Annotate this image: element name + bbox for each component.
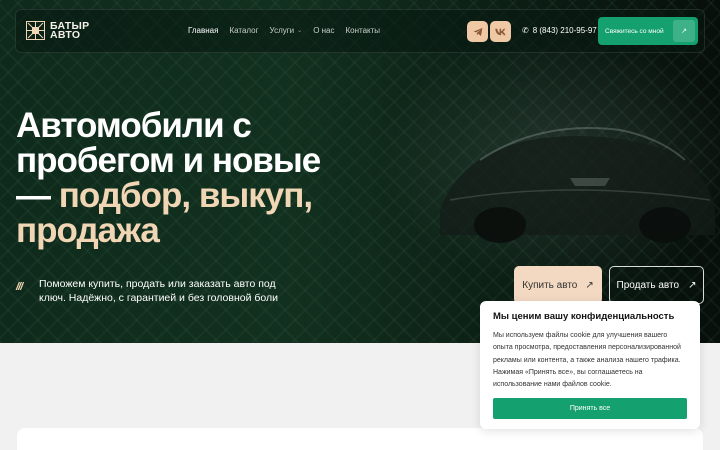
telegram-button[interactable] — [467, 21, 488, 42]
buy-button-label: Купить авто — [522, 279, 578, 291]
chevron-down-icon: ⌄ — [297, 28, 303, 34]
arrow-up-right-icon: ↗ — [673, 20, 695, 42]
phone-number: 8 (843) 210-95-97 — [532, 26, 597, 35]
nav-item-services[interactable]: Услуги ⌄ — [270, 26, 303, 35]
nav-item-contacts[interactable]: Контакты — [346, 26, 381, 35]
hero-title-main: Автомобили с пробегом и новые — [16, 106, 321, 180]
buy-car-button[interactable]: Купить авто ↗ — [514, 266, 602, 304]
nav-item-label: Контакты — [345, 26, 381, 35]
logo-mark-icon — [26, 21, 45, 40]
content-card — [17, 428, 703, 450]
nav-item-label: Услуги — [269, 26, 295, 35]
sell-car-button[interactable]: Продать авто ↗ — [609, 266, 704, 304]
phone-link[interactable]: ✆ 8 (843) 210-95-97 — [522, 26, 597, 35]
brand-line-2: АВТО — [50, 28, 81, 41]
arrow-up-right-icon: ↗ — [585, 279, 594, 291]
hero-section: БАТЫР АВТО Главная Каталог Услуги ⌄ О нас… — [0, 0, 720, 343]
sell-button-label: Продать авто — [616, 279, 680, 291]
main-nav: Главная Каталог Услуги ⌄ О нас Контакты — [188, 26, 380, 35]
nav-item-home[interactable]: Главная — [188, 26, 218, 35]
decorative-slashes: /// — [16, 281, 23, 293]
brand-name: БАТЫР АВТО — [50, 20, 89, 41]
cookie-text: Мы используем файлы cookie для улучшения… — [493, 332, 681, 389]
top-navbar: БАТЫР АВТО Главная Каталог Услуги ⌄ О нас… — [15, 9, 705, 53]
nav-item-label: О нас — [313, 26, 335, 35]
cookie-consent-dialog: Мы ценим вашу конфиденциальность Мы испо… — [480, 301, 700, 429]
car-image — [440, 127, 715, 243]
telegram-icon — [473, 27, 482, 36]
accept-all-button[interactable]: Принять все — [493, 398, 687, 419]
vk-icon — [495, 28, 506, 35]
contact-button-label: Свяжитесь со мной — [605, 27, 664, 35]
brand-logo[interactable]: БАТЫР АВТО — [26, 20, 89, 41]
contact-me-button[interactable]: Свяжитесь со мной ↗ — [598, 17, 698, 45]
phone-icon: ✆ — [522, 26, 529, 35]
hero-title-dash: — — [16, 176, 51, 215]
hero-subtitle: Поможем купить, продать или заказать авт… — [39, 278, 278, 304]
hero-title-accent: подбор, выкуп, продажа — [16, 176, 313, 250]
arrow-up-right-icon: ↗ — [688, 279, 697, 291]
hero-title: Автомобили с пробегом и новые — подбор, … — [16, 108, 336, 248]
nav-item-catalog[interactable]: Каталог — [229, 26, 258, 35]
nav-item-label: Главная — [188, 26, 219, 35]
nav-item-about[interactable]: О нас — [313, 26, 334, 35]
vk-button[interactable] — [490, 21, 511, 42]
cookie-title: Мы ценим вашу конфиденциальность — [493, 311, 675, 322]
nav-item-label: Каталог — [229, 26, 259, 35]
